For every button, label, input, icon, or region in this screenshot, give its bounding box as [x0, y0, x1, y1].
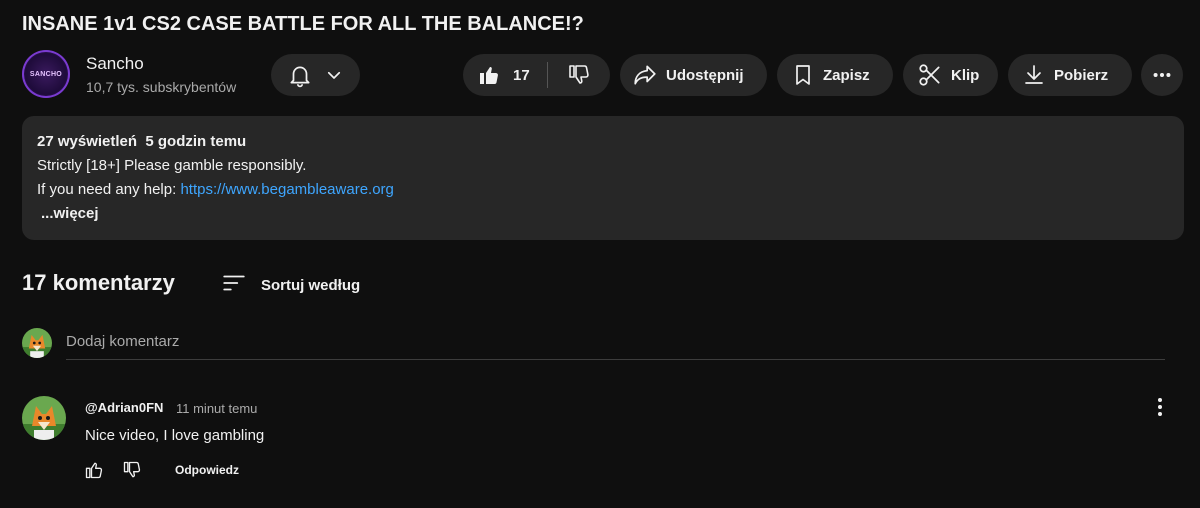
share-label: Udostępnij [666, 66, 744, 84]
comment-dislike-icon[interactable] [122, 460, 142, 480]
save-label: Zapisz [823, 66, 870, 84]
share-button[interactable]: Udostępnij [620, 54, 767, 96]
comments-header: 17 komentarzy Sortuj według [22, 268, 522, 300]
sort-button[interactable]: Sortuj według [221, 270, 360, 300]
thumbs-down-icon [567, 63, 591, 87]
add-comment-row: Dodaj komentarz [22, 326, 1165, 360]
add-comment-input[interactable]: Dodaj komentarz [66, 326, 1165, 360]
bell-icon [287, 62, 313, 88]
channel-avatar-text: SANCHO [29, 70, 63, 78]
clip-label: Klip [951, 66, 980, 84]
sort-label: Sortuj według [261, 276, 361, 294]
description-help-text: If you need any help: [37, 181, 181, 198]
more-actions-button[interactable] [1141, 54, 1183, 96]
channel-avatar[interactable]: SANCHO [22, 50, 70, 98]
video-title: INSANE 1v1 CS2 CASE BATTLE FOR ALL THE B… [22, 13, 584, 35]
comment-author[interactable]: @Adrian0FN [85, 400, 163, 415]
comment-item: @Adrian0FN 11 minut temu Nice video, I l… [22, 396, 1172, 486]
show-more-button[interactable]: ...więcej [37, 202, 1169, 226]
comment-actions: Odpowiedz [84, 460, 239, 480]
notification-bell-button[interactable] [271, 54, 360, 96]
channel-row: SANCHO Sancho 10,7 tys. subskrybentów 17 [22, 50, 1190, 98]
more-vertical-icon [1152, 396, 1168, 423]
commenter-avatar[interactable] [22, 396, 66, 440]
like-button[interactable]: 17 [463, 54, 547, 96]
comment-menu-button[interactable] [1152, 396, 1168, 423]
description-box[interactable]: 27 wyświetleń 5 godzin temu Strictly [18… [22, 116, 1184, 240]
reply-button[interactable]: Odpowiedz [175, 463, 239, 477]
download-button[interactable]: Pobierz [1008, 54, 1132, 96]
description-line-2: If you need any help: https://www.begamb… [37, 178, 1169, 202]
thumbs-up-icon [477, 63, 501, 87]
channel-name[interactable]: Sancho [86, 54, 144, 74]
share-icon [632, 62, 658, 88]
download-icon [1022, 63, 1046, 87]
more-horizontal-icon [1151, 64, 1173, 86]
like-count: 17 [513, 66, 530, 84]
save-button[interactable]: Zapisz [777, 54, 893, 96]
comments-count: 17 komentarzy [22, 270, 175, 295]
clip-button[interactable]: Klip [903, 54, 998, 96]
description-line-1: Strictly [18+] Please gamble responsibly… [37, 157, 307, 174]
user-avatar [22, 328, 52, 358]
comment-time[interactable]: 11 minut temu [176, 401, 257, 416]
comment-text: Nice video, I love gambling [85, 427, 265, 444]
scissors-icon [917, 62, 943, 88]
dislike-button[interactable] [548, 54, 610, 96]
download-label: Pobierz [1054, 66, 1109, 84]
comment-like-icon[interactable] [84, 460, 104, 480]
chevron-down-icon [325, 66, 343, 84]
subscriber-count: 10,7 tys. subskrybentów [86, 79, 237, 95]
sort-icon [221, 270, 247, 300]
bookmark-icon [791, 63, 815, 87]
begambleaware-link[interactable]: https://www.begambleaware.org [180, 181, 393, 198]
like-dislike-group: 17 [463, 54, 610, 96]
view-count-and-date: 27 wyświetleń 5 godzin temu [37, 133, 247, 150]
